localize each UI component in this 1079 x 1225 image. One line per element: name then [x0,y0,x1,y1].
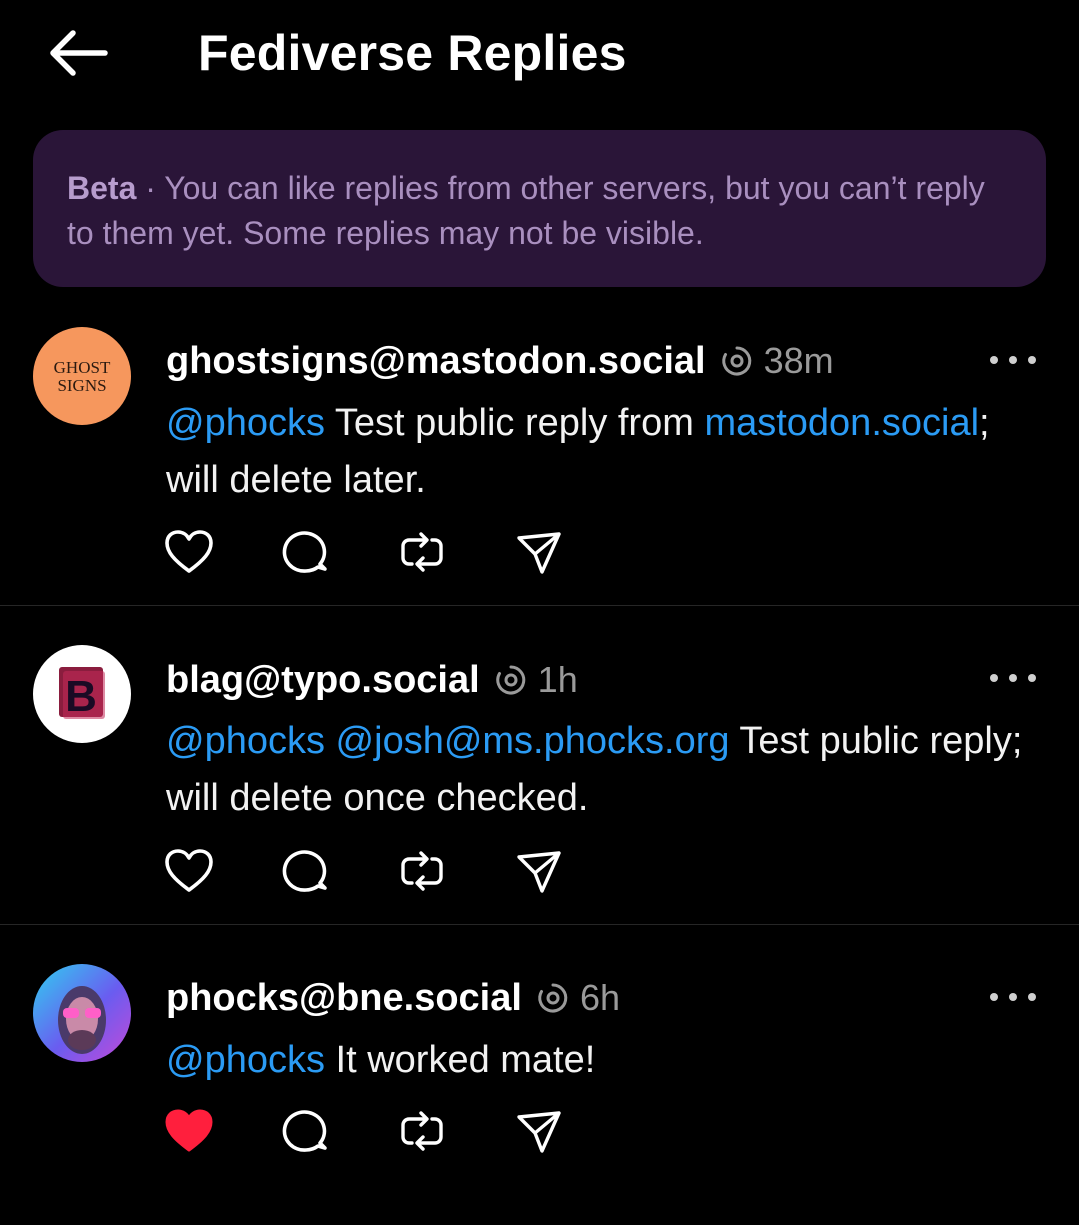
comment-button[interactable] [281,1108,331,1158]
body-text: It worked mate! [324,1039,596,1081]
top-bar: Fediverse Replies [0,0,1079,110]
action-bar [164,1108,584,1158]
comment-icon [282,847,330,900]
repost-icon [398,847,446,900]
dot-icon [990,356,998,364]
reply-header: phocks@bne.social 6h [166,973,620,1023]
banner-separator: · [136,170,165,206]
reply-body: @phocks @josh@ms.phocks.org Test public … [166,713,1026,827]
fediverse-icon [494,663,528,697]
dot-icon [990,674,998,682]
username[interactable]: ghostsigns@mastodon.social [166,340,706,383]
reply-header: blag@typo.social 1h [166,655,578,705]
dot-icon [990,993,998,1001]
send-icon [515,528,563,581]
dot-icon [1009,356,1017,364]
avatar[interactable] [33,964,131,1062]
repost-icon [398,528,446,581]
like-button[interactable] [164,529,214,579]
back-button[interactable] [40,24,114,86]
more-options-button[interactable] [990,345,1036,375]
send-icon [515,1107,563,1160]
timestamp: 38m [763,340,834,381]
avatar-text-ghost: GHOST [54,358,111,377]
repost-icon [398,1107,446,1160]
divider [0,924,1079,925]
comment-button[interactable] [281,529,331,579]
share-button[interactable] [514,848,564,898]
mention-link[interactable]: @phocks [166,720,325,762]
username[interactable]: blag@typo.social [166,659,480,702]
repost-button[interactable] [397,1108,447,1158]
fediverse-icon [720,344,754,378]
repost-button[interactable] [397,529,447,579]
timestamp: 6h [579,977,620,1018]
reply-body: @phocks It worked mate! [166,1032,1026,1089]
like-button[interactable] [164,1108,214,1158]
fediverse-icon [536,981,570,1015]
avatar-letter: B [65,672,97,721]
comment-icon [282,528,330,581]
dot-icon [1028,674,1036,682]
share-button[interactable] [514,529,564,579]
dot-icon [1028,993,1036,1001]
dot-icon [1028,356,1036,364]
reply-header: ghostsigns@mastodon.social 38m [166,336,834,386]
page-title: Fediverse Replies [198,25,627,81]
banner-text: You can like replies from other servers,… [67,170,985,251]
share-button[interactable] [514,1108,564,1158]
heart-icon [164,848,214,899]
beta-banner: Beta · You can like replies from other s… [33,130,1046,287]
divider [0,605,1079,606]
heart-icon [164,529,214,580]
reply-body: @phocks Test public reply from mastodon.… [166,395,1026,509]
dot-icon [1009,674,1017,682]
repost-button[interactable] [397,848,447,898]
avatar[interactable]: GHOST SIGNS [33,327,131,425]
mention-link[interactable]: mastodon.social [704,402,979,444]
body-text: Test public reply from [324,402,705,444]
more-options-button[interactable] [990,982,1036,1012]
mention-link[interactable]: @josh@ms.phocks.org [336,720,730,762]
arrow-left-icon [45,28,109,83]
mention-link[interactable]: @phocks [166,1039,325,1081]
body-text [325,720,336,762]
action-bar [164,848,584,898]
heart-filled-icon [164,1108,214,1159]
avatar-text-signs: SIGNS [57,376,106,395]
action-bar [164,529,584,579]
mention-link[interactable]: @phocks [166,402,325,444]
more-options-button[interactable] [990,663,1036,693]
comment-icon [282,1107,330,1160]
dot-icon [1009,993,1017,1001]
avatar[interactable]: B [33,645,131,743]
timestamp: 1h [537,659,578,700]
comment-button[interactable] [281,848,331,898]
beta-label: Beta [67,170,137,206]
send-icon [515,847,563,900]
username[interactable]: phocks@bne.social [166,977,522,1020]
like-button[interactable] [164,848,214,898]
